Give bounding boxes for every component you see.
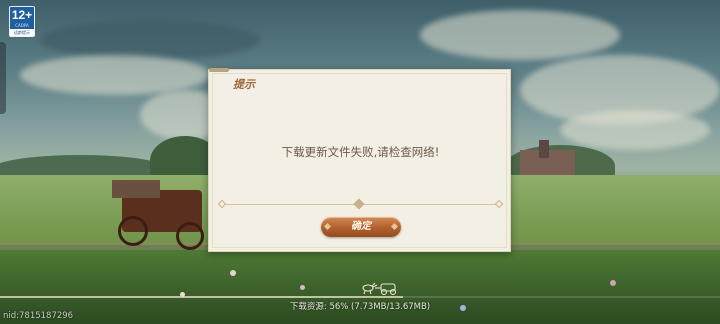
user-id-label: nid:7815187296 <box>3 311 74 321</box>
confirm-button[interactable]: 确定 <box>321 217 401 237</box>
coach-wheel <box>118 216 148 246</box>
download-progress-bar <box>0 296 720 298</box>
flower <box>230 270 236 276</box>
divider-end-ornament <box>217 199 227 209</box>
dialog-message: 下载更新文件失败,请检查网络! <box>281 145 440 159</box>
divider-end-ornament <box>494 199 504 209</box>
dialog-corner-ornament <box>209 68 229 72</box>
divider-center-ornament <box>353 198 365 210</box>
cloud <box>40 20 260 60</box>
cloud <box>560 110 710 150</box>
flower <box>300 285 305 290</box>
age-rating-badge: 12+ CADPA 适龄提示 <box>9 6 35 37</box>
flower <box>610 280 616 286</box>
dialog-title: 提示 <box>233 78 255 91</box>
foreground-grass <box>0 250 720 324</box>
age-rating-caption: 适龄提示 <box>10 29 34 36</box>
cloud <box>20 55 210 95</box>
side-pull-tab[interactable] <box>0 42 6 114</box>
farmhouse <box>112 180 160 198</box>
download-progress-fill <box>0 296 404 298</box>
horse-carriage-icon <box>362 282 397 295</box>
church-tower <box>539 140 549 158</box>
download-status-text: 下载资源: 56% (7.73MB/13.67MB) <box>289 302 431 312</box>
age-rating-org: CADPA <box>15 23 29 28</box>
cloud <box>420 10 620 60</box>
age-rating-number: 12+ <box>11 8 33 22</box>
alert-dialog: 提示 下载更新文件失败,请检查网络! 确定 <box>208 68 511 252</box>
coach-wheel <box>176 222 204 250</box>
